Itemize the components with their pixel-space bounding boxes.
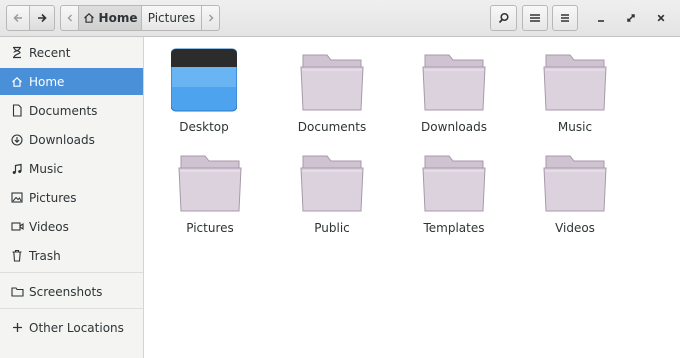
sidebar-item-label: Home bbox=[29, 74, 65, 89]
chevron-left-icon bbox=[67, 14, 72, 22]
sidebar: Recent Home Documents Downloads Music Pi… bbox=[0, 37, 144, 358]
document-icon bbox=[10, 104, 24, 118]
search-icon bbox=[498, 12, 509, 24]
path-scroll-right-button[interactable] bbox=[201, 5, 220, 31]
pictures-icon bbox=[10, 191, 24, 205]
sidebar-separator bbox=[0, 272, 143, 273]
plus-icon bbox=[10, 321, 24, 335]
sidebar-item-recent[interactable]: Recent bbox=[0, 39, 143, 66]
home-icon bbox=[10, 75, 24, 89]
sidebar-item-documents[interactable]: Documents bbox=[0, 97, 143, 124]
back-button[interactable] bbox=[6, 5, 30, 31]
file-label: Templates bbox=[423, 221, 485, 235]
file-label: Downloads bbox=[421, 120, 487, 134]
path-bar: Home Pictures bbox=[60, 5, 220, 31]
file-item-pictures[interactable]: Pictures bbox=[155, 138, 265, 235]
file-item-music[interactable]: Music bbox=[520, 37, 630, 134]
menu-button[interactable] bbox=[552, 5, 578, 31]
home-icon bbox=[83, 12, 94, 23]
minimize-icon bbox=[598, 20, 604, 22]
folder-icon bbox=[10, 285, 24, 299]
header-bar: Home Pictures bbox=[0, 0, 680, 37]
folder-icon bbox=[422, 155, 486, 212]
folder-icon bbox=[300, 155, 364, 212]
sidebar-item-label: Other Locations bbox=[29, 320, 124, 335]
list-view-icon bbox=[530, 14, 540, 22]
file-label: Documents bbox=[297, 120, 367, 134]
sidebar-item-videos[interactable]: Videos bbox=[0, 213, 143, 240]
arrow-left-icon bbox=[13, 13, 22, 23]
chevron-right-icon bbox=[208, 14, 213, 22]
file-label: Pictures bbox=[186, 221, 234, 235]
file-label: Desktop bbox=[179, 120, 229, 134]
menu-icon bbox=[561, 14, 569, 22]
file-view: Desktop Documents Downloads Music Pictur… bbox=[145, 37, 680, 358]
file-label: Videos bbox=[555, 221, 595, 235]
path-scroll-left-button[interactable] bbox=[60, 5, 79, 31]
file-item-public[interactable]: Public bbox=[277, 138, 387, 235]
sidebar-separator bbox=[0, 308, 143, 309]
maximize-icon bbox=[627, 14, 635, 22]
minimize-button[interactable] bbox=[591, 9, 611, 27]
sidebar-item-label: Screenshots bbox=[29, 284, 103, 299]
desktop-folder-icon bbox=[171, 48, 237, 112]
file-label: Public bbox=[314, 221, 350, 235]
sidebar-item-label: Videos bbox=[29, 219, 69, 234]
path-home-button[interactable]: Home bbox=[78, 5, 142, 31]
sidebar-item-screenshots[interactable]: Screenshots bbox=[0, 278, 143, 305]
sidebar-item-label: Recent bbox=[29, 45, 71, 60]
folder-icon bbox=[543, 54, 607, 111]
view-toggle-button[interactable] bbox=[522, 5, 548, 31]
video-icon bbox=[10, 220, 24, 234]
music-icon bbox=[10, 162, 24, 176]
sidebar-item-other-locations[interactable]: Other Locations bbox=[0, 314, 143, 341]
path-pictures-button[interactable]: Pictures bbox=[141, 5, 202, 31]
sidebar-item-label: Music bbox=[29, 161, 64, 176]
sidebar-item-downloads[interactable]: Downloads bbox=[0, 126, 143, 153]
file-item-videos[interactable]: Videos bbox=[520, 138, 630, 235]
file-label: Music bbox=[557, 120, 593, 134]
close-icon bbox=[657, 14, 665, 22]
close-button[interactable] bbox=[651, 9, 671, 27]
maximize-button[interactable] bbox=[621, 9, 641, 27]
path-current-label: Pictures bbox=[147, 11, 196, 25]
sidebar-item-music[interactable]: Music bbox=[0, 155, 143, 182]
sidebar-item-label: Documents bbox=[29, 103, 98, 118]
file-item-documents[interactable]: Documents bbox=[277, 37, 387, 134]
file-item-templates[interactable]: Templates bbox=[399, 138, 509, 235]
sidebar-item-home[interactable]: Home bbox=[0, 68, 143, 95]
path-home-label: Home bbox=[98, 11, 138, 25]
folder-icon bbox=[543, 155, 607, 212]
arrow-right-icon bbox=[38, 13, 47, 23]
folder-icon bbox=[422, 54, 486, 111]
search-button[interactable] bbox=[490, 5, 517, 31]
forward-button[interactable] bbox=[29, 5, 55, 31]
download-icon bbox=[10, 133, 24, 147]
sidebar-item-label: Pictures bbox=[29, 190, 77, 205]
file-item-downloads[interactable]: Downloads bbox=[399, 37, 509, 134]
trash-icon bbox=[10, 249, 24, 263]
sidebar-item-pictures[interactable]: Pictures bbox=[0, 184, 143, 211]
folder-icon bbox=[178, 155, 242, 212]
file-item-desktop[interactable]: Desktop bbox=[149, 37, 259, 134]
sidebar-item-trash[interactable]: Trash bbox=[0, 242, 143, 269]
sidebar-item-label: Downloads bbox=[29, 132, 95, 147]
folder-icon bbox=[300, 54, 364, 111]
sidebar-item-label: Trash bbox=[29, 248, 61, 263]
recent-icon bbox=[10, 46, 24, 60]
